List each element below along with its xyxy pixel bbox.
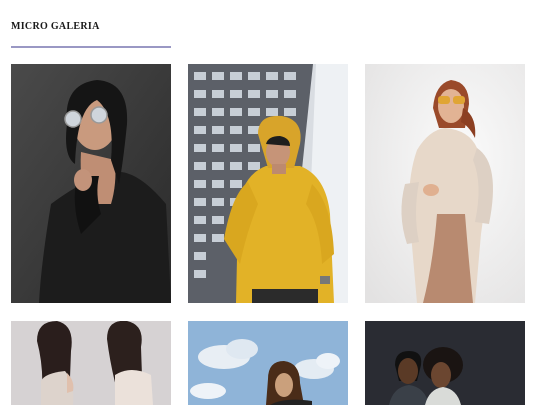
photo-tile-6[interactable] [365,321,525,405]
photo-6-image [365,321,525,405]
photo-tile-1[interactable] [11,64,171,303]
photo-3-image [365,64,525,303]
photo-tile-4[interactable] [11,321,171,405]
gallery-header: MICRO GALERIA [11,20,171,48]
photo-2-image [188,64,348,303]
photo-4-image [11,321,171,405]
photo-grid [11,64,525,405]
title-underline [11,46,171,48]
photo-tile-2[interactable] [188,64,348,303]
page-title: MICRO GALERIA [11,21,100,32]
photo-tile-5[interactable] [188,321,348,405]
photo-1-image [11,64,171,303]
photo-tile-3[interactable] [365,64,525,303]
photo-5-image [188,321,348,405]
